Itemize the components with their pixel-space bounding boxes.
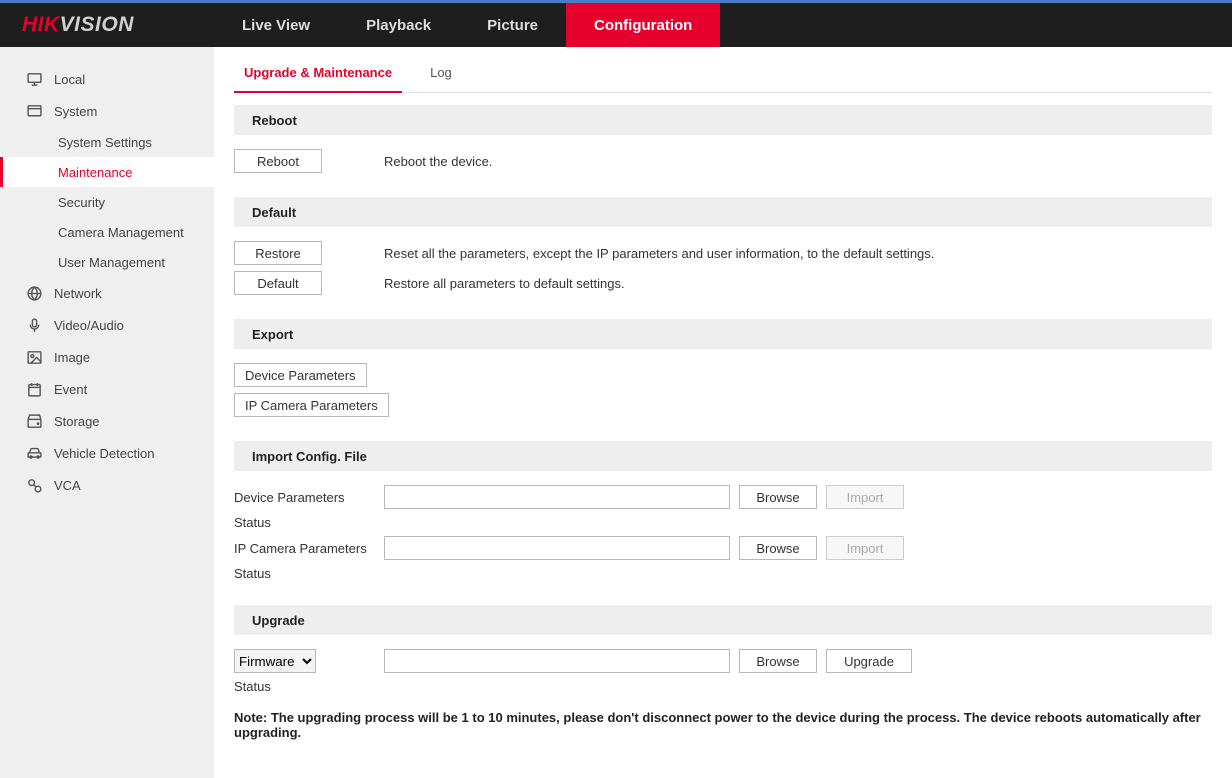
sidebar-item-label: Video/Audio (54, 318, 124, 333)
upgrade-button[interactable]: Upgrade (826, 649, 912, 673)
sidebar-item-label: VCA (54, 478, 81, 493)
sidebar-sub-maintenance[interactable]: Maintenance (0, 157, 214, 187)
section-header-import: Import Config. File (234, 441, 1212, 471)
import-device-path-input[interactable] (384, 485, 730, 509)
tab-log[interactable]: Log (420, 55, 462, 92)
section-header-export: Export (234, 319, 1212, 349)
sidebar-item-vehicle-detection[interactable]: Vehicle Detection (0, 437, 214, 469)
car-icon (26, 444, 54, 461)
restore-description: Reset all the parameters, except the IP … (384, 246, 934, 261)
reboot-description: Reboot the device. (384, 154, 492, 169)
sidebar-item-local[interactable]: Local (0, 63, 214, 95)
sidebar-item-label: Vehicle Detection (54, 446, 154, 461)
brand-logo: HIKVISION (0, 13, 214, 37)
upgrade-status-label: Status (234, 679, 1212, 694)
section-header-reboot: Reboot (234, 105, 1212, 135)
section-header-upgrade: Upgrade (234, 605, 1212, 635)
top-nav: Live View Playback Picture Configuration (214, 3, 720, 47)
sidebar-item-system[interactable]: System (0, 95, 214, 127)
globe-icon (26, 284, 54, 301)
sidebar-sub-system-settings[interactable]: System Settings (0, 127, 214, 157)
import-device-status-label: Status (234, 515, 1212, 530)
sidebar-item-video-audio[interactable]: Video/Audio (0, 309, 214, 341)
sidebar-item-storage[interactable]: Storage (0, 405, 214, 437)
vca-icon (26, 476, 54, 493)
sidebar-item-network[interactable]: Network (0, 277, 214, 309)
sidebar-sub-user-management[interactable]: User Management (0, 247, 214, 277)
sidebar-item-vca[interactable]: VCA (0, 469, 214, 501)
sidebar-item-event[interactable]: Event (0, 373, 214, 405)
export-device-parameters-button[interactable]: Device Parameters (234, 363, 367, 387)
import-ipcam-status-label: Status (234, 566, 1212, 581)
import-ipcam-browse-button[interactable]: Browse (739, 536, 817, 560)
import-device-import-button[interactable]: Import (826, 485, 904, 509)
logo-part1: HIK (22, 13, 60, 36)
sidebar: Local System System Settings Maintenance… (0, 47, 214, 778)
content-tabs: Upgrade & Maintenance Log (234, 55, 1212, 93)
settings-icon (26, 102, 54, 119)
default-button[interactable]: Default (234, 271, 322, 295)
import-device-label: Device Parameters (234, 490, 384, 505)
sidebar-item-image[interactable]: Image (0, 341, 214, 373)
import-device-browse-button[interactable]: Browse (739, 485, 817, 509)
section-header-default: Default (234, 197, 1212, 227)
sidebar-sub-security[interactable]: Security (0, 187, 214, 217)
upgrade-path-input[interactable] (384, 649, 730, 673)
content-area: Upgrade & Maintenance Log Reboot Reboot … (214, 47, 1232, 778)
sidebar-item-label: Local (54, 72, 85, 87)
nav-picture[interactable]: Picture (459, 3, 566, 47)
import-ipcam-label: IP Camera Parameters (234, 541, 384, 556)
restore-button[interactable]: Restore (234, 241, 322, 265)
upgrade-browse-button[interactable]: Browse (739, 649, 817, 673)
sidebar-item-label: Storage (54, 414, 100, 429)
nav-configuration[interactable]: Configuration (566, 3, 720, 47)
calendar-icon (26, 380, 54, 397)
logo-part2: VISION (60, 13, 134, 36)
sidebar-item-label: Event (54, 382, 87, 397)
reboot-button[interactable]: Reboot (234, 149, 322, 173)
sidebar-item-label: Image (54, 350, 90, 365)
sidebar-item-label: System (54, 104, 97, 119)
image-icon (26, 348, 54, 365)
sidebar-item-label: Network (54, 286, 102, 301)
upgrade-note: Note: The upgrading process will be 1 to… (234, 710, 1212, 740)
mic-icon (26, 316, 54, 333)
monitor-icon (26, 70, 54, 87)
export-ip-camera-parameters-button[interactable]: IP Camera Parameters (234, 393, 389, 417)
nav-live-view[interactable]: Live View (214, 3, 338, 47)
import-ipcam-path-input[interactable] (384, 536, 730, 560)
upgrade-type-select[interactable]: Firmware (234, 649, 316, 673)
nav-playback[interactable]: Playback (338, 3, 459, 47)
disk-icon (26, 412, 54, 429)
tab-upgrade-maintenance[interactable]: Upgrade & Maintenance (234, 55, 402, 93)
app-header: HIKVISION Live View Playback Picture Con… (0, 3, 1232, 47)
default-description: Restore all parameters to default settin… (384, 276, 625, 291)
import-ipcam-import-button[interactable]: Import (826, 536, 904, 560)
sidebar-sub-camera-management[interactable]: Camera Management (0, 217, 214, 247)
